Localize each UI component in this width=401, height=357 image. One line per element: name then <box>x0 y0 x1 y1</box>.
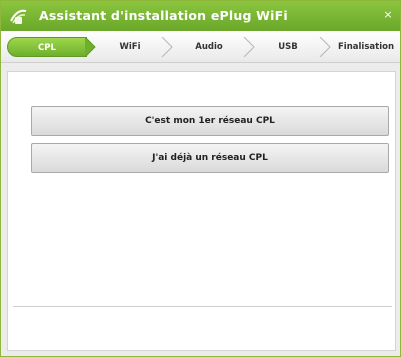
chevron-right-icon <box>85 37 96 57</box>
chevron-right-icon <box>319 37 331 57</box>
close-icon[interactable]: × <box>382 9 394 21</box>
chevron-right-icon <box>243 37 255 57</box>
window-title: Assistant d'installation ePlug WiFi <box>39 8 288 23</box>
step-label: CPL <box>38 43 56 53</box>
step-label: USB <box>278 42 298 52</box>
step-usb: USB <box>257 37 319 57</box>
content-panel: C'est mon 1er réseau CPL J'ai déjà un ré… <box>7 71 396 351</box>
eplug-wifi-logo-icon <box>10 9 27 24</box>
step-cpl: CPL <box>7 37 87 57</box>
step-label: Audio <box>195 42 223 52</box>
chevron-right-icon <box>161 37 173 57</box>
step-label: WiFi <box>119 42 141 52</box>
step-label: Finalisation <box>338 42 394 52</box>
existing-network-button[interactable]: J'ai déjà un réseau CPL <box>31 143 389 173</box>
step-wifi: WiFi <box>99 37 161 57</box>
divider <box>13 306 392 307</box>
installer-window: Assistant d'installation ePlug WiFi × CP… <box>0 0 401 357</box>
title-bar[interactable]: Assistant d'installation ePlug WiFi × <box>1 1 400 31</box>
step-finalisation: Finalisation <box>333 37 399 57</box>
first-network-button[interactable]: C'est mon 1er réseau CPL <box>31 106 389 136</box>
step-progress-bar: CPL WiFi Audio USB Finalisation <box>1 31 400 63</box>
step-audio: Audio <box>175 37 243 57</box>
